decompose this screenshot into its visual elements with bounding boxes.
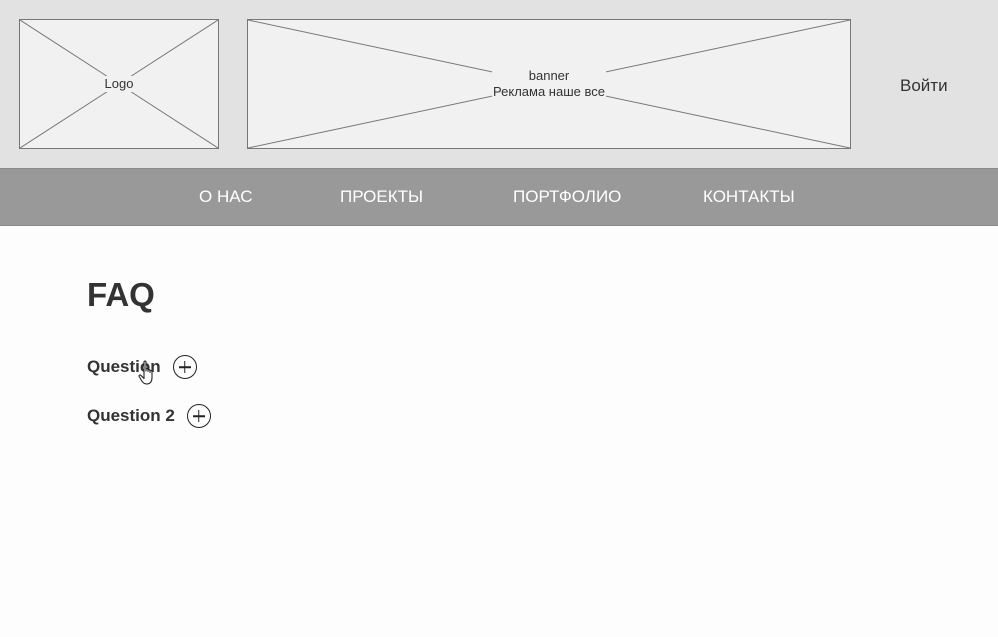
main-nav: О НАС ПРОЕКТЫ ПОРТФОЛИО КОНТАКТЫ	[0, 168, 998, 226]
banner-subtitle: Реклама наше все	[493, 84, 605, 99]
logo-text: Logo	[103, 76, 135, 92]
logo-placeholder[interactable]: Logo	[19, 19, 219, 149]
faq-item[interactable]: Question	[87, 354, 197, 380]
banner-placeholder[interactable]: banner Реклама наше все	[247, 19, 851, 149]
banner-text: banner Реклама наше все	[492, 68, 606, 100]
page-title: FAQ	[87, 276, 155, 313]
header: Logo banner Реклама наше все Войти	[0, 0, 998, 168]
nav-item-contacts[interactable]: КОНТАКТЫ	[703, 187, 795, 207]
banner-title: banner	[528, 68, 570, 83]
login-link[interactable]: Войти	[900, 76, 948, 96]
plus-circle-icon[interactable]	[186, 404, 211, 428]
nav-item-portfolio[interactable]: ПОРТФОЛИО	[513, 187, 621, 207]
faq-question-label[interactable]: Question 2	[87, 406, 175, 426]
nav-item-projects[interactable]: ПРОЕКТЫ	[340, 187, 423, 207]
faq-item[interactable]: Question 2	[87, 403, 211, 429]
nav-item-about[interactable]: О НАС	[199, 187, 252, 207]
faq-question-label[interactable]: Question	[87, 357, 161, 377]
plus-circle-icon[interactable]	[172, 355, 197, 379]
